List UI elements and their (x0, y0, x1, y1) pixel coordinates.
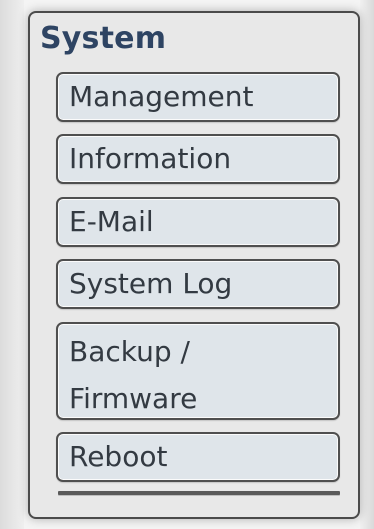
menu-item-information[interactable]: Information (56, 134, 340, 184)
menu-item-reboot[interactable]: Reboot (56, 432, 340, 482)
menu-item-label: E-Mail (69, 205, 154, 238)
menu-item-system-log[interactable]: System Log (56, 259, 340, 309)
menu-divider (58, 491, 340, 495)
system-menu-panel: System Management Information E-Mail Sys… (28, 11, 360, 519)
panel-title: System (40, 21, 167, 56)
menu-item-label: System Log (69, 267, 233, 300)
page-shading-right (360, 0, 374, 529)
menu-item-backup-firmware[interactable]: Backup / Firmware (56, 322, 340, 420)
menu-item-label: Management (69, 80, 254, 113)
menu-item-email[interactable]: E-Mail (56, 197, 340, 247)
menu-item-label: Backup / Firmware (69, 335, 198, 415)
menu-item-management[interactable]: Management (56, 72, 340, 122)
menu-item-label: Reboot (69, 440, 168, 473)
menu-item-label: Information (69, 142, 232, 175)
page-shading-left (0, 0, 24, 529)
